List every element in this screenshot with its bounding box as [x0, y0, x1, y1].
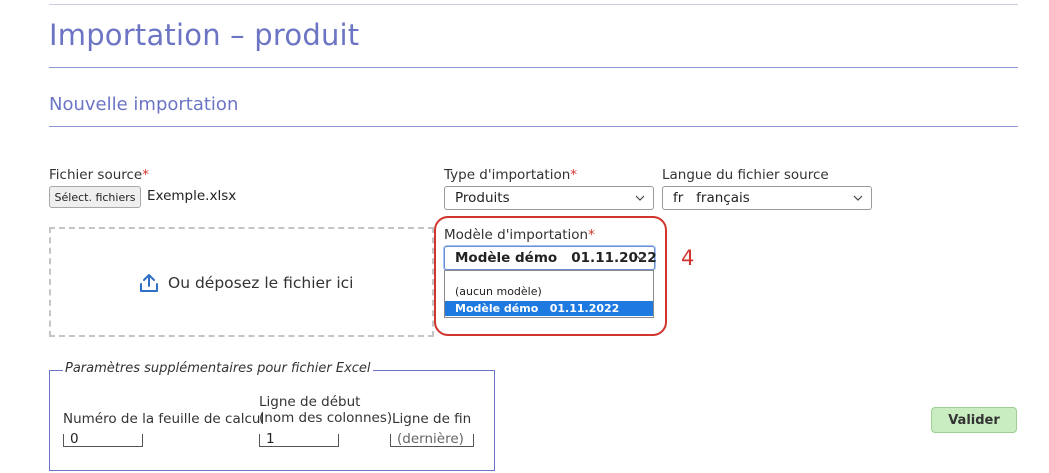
- chevron-down-icon: [853, 195, 863, 201]
- required-mark: *: [142, 167, 149, 183]
- start-line-input[interactable]: 1: [259, 432, 339, 447]
- start-line-label-line1: Ligne de début: [259, 394, 361, 410]
- end-line-input[interactable]: (dernière): [390, 432, 474, 447]
- source-language-select[interactable]: fr français: [662, 186, 872, 210]
- upload-icon: [140, 274, 158, 292]
- import-type-label-text: Type d'importation: [444, 167, 571, 183]
- end-line-label: Ligne de fin: [392, 411, 472, 427]
- chevron-down-icon: [636, 255, 646, 261]
- import-model-label-text: Modèle d'importation: [444, 227, 589, 243]
- section-title: Nouvelle importation: [49, 94, 239, 115]
- start-line-label: Ligne de début (nom des colonnes): [259, 394, 392, 426]
- validate-button[interactable]: Valider: [931, 407, 1017, 433]
- sheet-number-label: Numéro de la feuille de calcul: [63, 411, 265, 427]
- required-mark: *: [570, 167, 578, 183]
- source-file-label: Fichier source*: [49, 167, 149, 183]
- import-model-dropdown: (aucun modèle) Modèle démo 01.11.2022: [444, 270, 654, 318]
- start-line-label-line2: (nom des colonnes): [259, 410, 393, 426]
- source-language-value: fr français: [673, 190, 750, 206]
- import-type-select[interactable]: Produits: [444, 186, 654, 210]
- import-type-label: Type d'importation*: [444, 167, 577, 183]
- selected-file-name: Exemple.xlsx: [147, 188, 237, 204]
- dropdown-option-demo-model[interactable]: Modèle démo 01.11.2022: [445, 301, 653, 316]
- fieldset-bottom-edge: [49, 470, 495, 471]
- dropdown-option-none[interactable]: (aucun modèle): [455, 285, 542, 298]
- import-model-label: Modèle d'importation*: [444, 227, 595, 243]
- import-type-value: Produits: [455, 190, 510, 206]
- source-file-label-text: Fichier source: [49, 167, 143, 183]
- dropzone-message: Ou déposez le fichier ici: [138, 272, 353, 294]
- select-files-button[interactable]: Sélect. fichiers: [49, 186, 141, 208]
- title-divider: [49, 67, 1018, 68]
- section-divider: [49, 126, 1018, 127]
- chevron-down-icon: [635, 195, 645, 201]
- annotation-number: 4: [681, 246, 695, 270]
- sheet-number-input[interactable]: 0: [63, 432, 143, 447]
- import-model-select[interactable]: Modèle démo 01.11.2022: [444, 246, 657, 270]
- excel-params-legend: Paramètres supplémentaires pour fichier …: [63, 361, 373, 376]
- source-language-label: Langue du fichier source: [662, 167, 829, 183]
- dropzone-text: Ou déposez le fichier ici: [168, 274, 354, 292]
- top-divider: [49, 4, 1018, 5]
- required-mark: *: [588, 227, 595, 243]
- page-title: Importation – produit: [49, 18, 360, 52]
- import-model-value: Modèle démo 01.11.2022: [455, 250, 657, 266]
